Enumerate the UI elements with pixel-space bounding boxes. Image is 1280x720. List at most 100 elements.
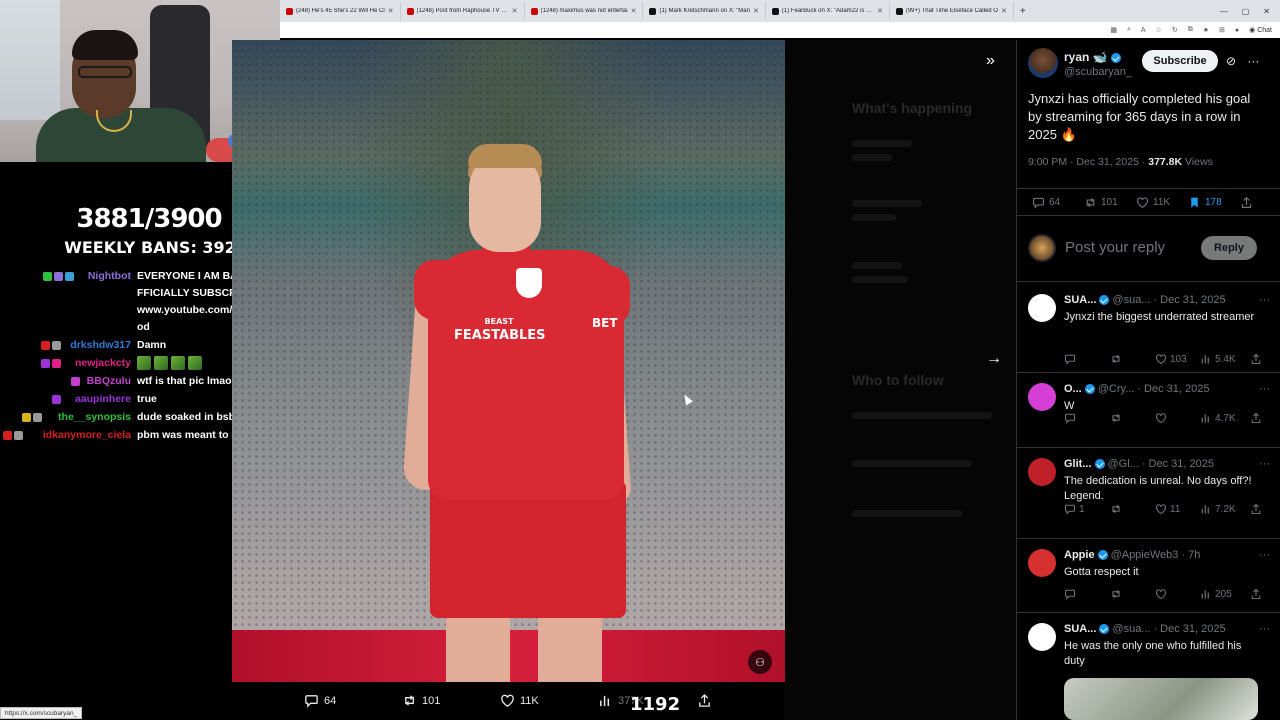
- chat-username[interactable]: drkshdw317: [70, 337, 131, 354]
- post-reply-button[interactable]: 64: [1032, 196, 1060, 209]
- reply-reply-button[interactable]: [1064, 588, 1079, 600]
- chat-username[interactable]: newjackcty: [75, 355, 131, 372]
- reply-reply-button[interactable]: 1: [1064, 503, 1085, 515]
- reply-like-button[interactable]: 11: [1155, 503, 1180, 515]
- next-image-arrow-icon[interactable]: →: [986, 350, 1002, 368]
- photo-share-button[interactable]: [697, 693, 712, 708]
- reply-more-icon[interactable]: ···: [1259, 549, 1270, 561]
- chat-username[interactable]: the__synopsis: [58, 409, 131, 426]
- reply-more-icon[interactable]: ···: [1259, 458, 1270, 470]
- reply-views-button[interactable]: 5.4K: [1200, 353, 1236, 365]
- chat-username[interactable]: Nightbot: [88, 268, 131, 285]
- reply-share-button[interactable]: [1250, 412, 1262, 424]
- reply-author-name[interactable]: SUA...: [1064, 294, 1096, 306]
- post-timestamp[interactable]: 9:00 PM · Dec 31, 2025 ·: [1028, 156, 1148, 168]
- reply-item[interactable]: SUA... @sua... · Dec 31, 2025 ··· Jynxzi the …: [1016, 284, 1280, 373]
- reply-more-icon[interactable]: ···: [1259, 383, 1270, 395]
- reply-image[interactable]: [1064, 678, 1258, 720]
- profile-icon[interactable]: ●: [1235, 27, 1239, 34]
- browser-tab[interactable]: (1248) Post from Raphouse TV - Y ✕: [401, 2, 525, 20]
- more-options-icon[interactable]: ···: [1247, 54, 1259, 68]
- reply-date[interactable]: Dec 31, 2025: [1144, 383, 1209, 395]
- reply-like-button[interactable]: [1155, 412, 1170, 424]
- reply-item[interactable]: Glit... @Gl... · Dec 31, 2025 ··· The dedicat…: [1016, 448, 1280, 539]
- reply-repost-button[interactable]: [1110, 412, 1125, 424]
- post-share-button[interactable]: [1240, 196, 1253, 209]
- post-repost-button[interactable]: 101: [1084, 196, 1118, 209]
- collections-icon[interactable]: ⊞: [1219, 26, 1225, 34]
- tab-close-icon[interactable]: ✕: [1001, 7, 1007, 15]
- star-icon[interactable]: ☆: [1156, 26, 1162, 34]
- minimize-icon[interactable]: —: [1220, 7, 1228, 16]
- reply-date[interactable]: Dec 31, 2025: [1160, 623, 1225, 635]
- reply-author-handle[interactable]: @AppieWeb3: [1111, 549, 1179, 561]
- tab-close-icon[interactable]: ✕: [877, 7, 883, 15]
- browser-tab[interactable]: (1248) maximus was not entertai ✕: [525, 2, 644, 20]
- reply-like-button[interactable]: 103: [1155, 353, 1187, 365]
- chat-username[interactable]: aaupinhere: [75, 391, 131, 408]
- reply-repost-button[interactable]: [1110, 353, 1125, 365]
- reply-author-name[interactable]: Glit...: [1064, 458, 1092, 470]
- reply-avatar[interactable]: [1028, 383, 1056, 411]
- photo-repost-button[interactable]: 101: [402, 693, 440, 708]
- reply-repost-button[interactable]: [1110, 588, 1125, 600]
- reply-more-icon[interactable]: ···: [1259, 623, 1270, 635]
- extensions-icon[interactable]: ⧉: [1188, 26, 1193, 34]
- reply-share-button[interactable]: [1250, 588, 1262, 600]
- text-size-icon[interactable]: A: [1141, 27, 1146, 34]
- maximize-icon[interactable]: ▢: [1242, 7, 1250, 16]
- reply-date[interactable]: Dec 31, 2025: [1160, 294, 1225, 306]
- photo-reply-button[interactable]: 64: [304, 693, 336, 708]
- collapse-panel-icon[interactable]: »: [986, 52, 995, 70]
- favorites-icon[interactable]: ★: [1203, 26, 1209, 34]
- post-like-button[interactable]: 11K: [1136, 196, 1170, 209]
- refresh-icon[interactable]: ↻: [1172, 26, 1178, 34]
- tab-close-icon[interactable]: ✕: [753, 7, 759, 15]
- tab-close-icon[interactable]: ✕: [512, 7, 518, 15]
- reply-reply-button[interactable]: [1064, 412, 1079, 424]
- reply-author-handle[interactable]: @sua...: [1112, 623, 1150, 635]
- reply-input[interactable]: Post your reply: [1065, 239, 1165, 256]
- post-bookmark-button[interactable]: 178: [1188, 196, 1222, 209]
- reply-author-name[interactable]: Appie: [1064, 549, 1095, 561]
- reply-item[interactable]: Appie @AppieWeb3 · 7h ··· Gotta respect it 205: [1016, 539, 1280, 613]
- image-description-icon[interactable]: ⚇: [748, 650, 772, 674]
- reply-button[interactable]: Reply: [1201, 236, 1257, 260]
- reply-avatar[interactable]: [1028, 458, 1056, 486]
- reply-avatar[interactable]: [1028, 623, 1056, 651]
- author-name[interactable]: ryan 🐋: [1064, 50, 1121, 64]
- reply-author-handle[interactable]: @sua...: [1112, 294, 1150, 306]
- reply-date[interactable]: 7h: [1188, 549, 1200, 561]
- reply-reply-button[interactable]: [1064, 353, 1079, 365]
- tab-close-icon[interactable]: ✕: [388, 7, 394, 15]
- reply-author-name[interactable]: SUA...: [1064, 623, 1096, 635]
- browser-tab[interactable]: (99+) That Time Elseface Called O ✕: [890, 2, 1014, 20]
- reply-share-button[interactable]: [1250, 503, 1262, 515]
- reply-author-handle[interactable]: @Gl...: [1108, 458, 1139, 470]
- chat-username[interactable]: BBQzulu: [87, 373, 131, 390]
- close-window-icon[interactable]: ✕: [1263, 7, 1270, 16]
- browser-tab[interactable]: (1) Mark Kretschmann on X: "Man ✕: [643, 2, 766, 20]
- chat-username[interactable]: idkanymore_ciela: [43, 427, 131, 444]
- reply-repost-button[interactable]: [1110, 503, 1125, 515]
- reply-author-name[interactable]: O...: [1064, 383, 1082, 395]
- reply-views-button[interactable]: 7.2K: [1200, 503, 1236, 515]
- author-handle[interactable]: @scubaryan_: [1064, 66, 1132, 78]
- copilot-chat-button[interactable]: ◉ Chat: [1249, 26, 1272, 34]
- browser-tab[interactable]: (248) He's 45 She's 22 Will He Cl ✕: [280, 2, 401, 20]
- reply-share-button[interactable]: [1250, 353, 1262, 365]
- post-photo[interactable]: BEAST FEASTABLES BET ⚇: [232, 40, 785, 682]
- reply-date[interactable]: Dec 31, 2025: [1149, 458, 1214, 470]
- reply-avatar[interactable]: [1028, 549, 1056, 577]
- reply-views-button[interactable]: 4.7K: [1200, 412, 1236, 424]
- reply-views-button[interactable]: 205: [1200, 588, 1232, 600]
- grok-icon[interactable]: ⊘: [1226, 54, 1236, 68]
- photo-like-button[interactable]: 11K: [500, 693, 539, 708]
- zoom-icon[interactable]: ⌕: [1127, 26, 1131, 34]
- reply-avatar[interactable]: [1028, 294, 1056, 322]
- reply-more-icon[interactable]: ···: [1259, 294, 1270, 306]
- grid-icon[interactable]: ▦: [1110, 26, 1117, 34]
- author-avatar[interactable]: [1028, 48, 1058, 78]
- reply-author-handle[interactable]: @Cry...: [1098, 383, 1135, 395]
- reply-item[interactable]: O... @Cry... · Dec 31, 2025 ··· W 4.7K: [1016, 373, 1280, 448]
